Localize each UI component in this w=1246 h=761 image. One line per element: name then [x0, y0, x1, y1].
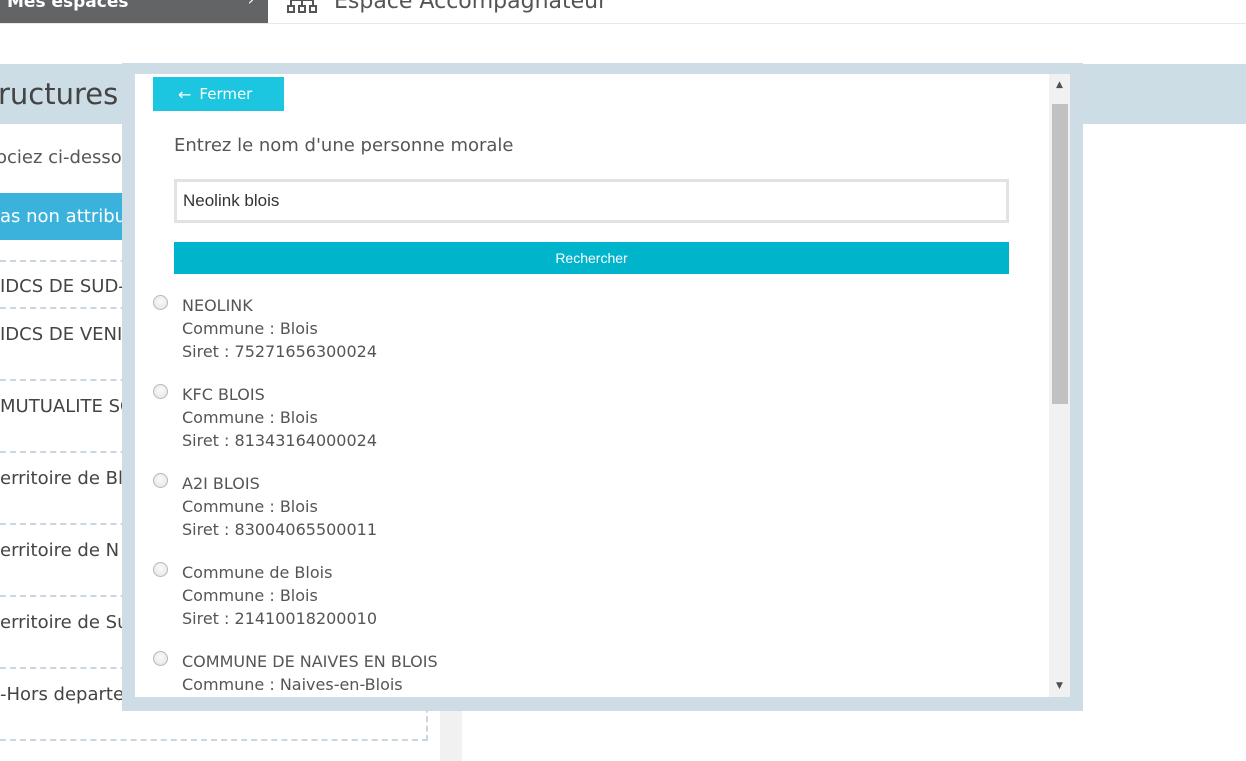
- result-item[interactable]: Commune de Blois Commune : Blois Siret :…: [135, 561, 1035, 650]
- modal-scrollbar[interactable]: ▲ ▼: [1049, 74, 1070, 697]
- close-button[interactable]: ← Fermer: [153, 77, 284, 111]
- result-item[interactable]: NEOLINK Commune : Blois Siret : 75271656…: [135, 294, 1035, 383]
- result-name: KFC BLOIS: [182, 385, 265, 404]
- result-siret: Siret : 21410018200010: [182, 609, 378, 628]
- results-list: NEOLINK Commune : Blois Siret : 75271656…: [135, 294, 1035, 697]
- result-item[interactable]: COMMUNE DE NAIVES EN BLOIS Commune : Nai…: [135, 650, 1035, 697]
- radio-button[interactable]: [153, 651, 168, 666]
- result-commune: Commune : Naives-en-Blois: [182, 675, 403, 694]
- scroll-up-icon[interactable]: ▲: [1049, 74, 1070, 96]
- chevron-right-icon: ›: [248, 0, 254, 9]
- radio-button[interactable]: [153, 562, 168, 577]
- search-modal: ← Fermer Entrez le nom d'une personne mo…: [135, 74, 1070, 697]
- mes-espaces-menu[interactable]: Mes espaces ›: [0, 0, 268, 23]
- result-name: COMMUNE DE NAIVES EN BLOIS: [182, 652, 438, 671]
- result-name: NEOLINK: [182, 296, 253, 315]
- result-commune: Commune : Blois: [182, 319, 318, 338]
- search-input[interactable]: [174, 179, 1009, 223]
- search-button[interactable]: Rechercher: [174, 242, 1009, 274]
- search-prompt: Entrez le nom d'une personne morale: [174, 135, 514, 156]
- close-button-label: Fermer: [199, 85, 253, 103]
- espace-title: Espace Accompagnateur: [286, 0, 607, 16]
- result-commune: Commune : Blois: [182, 408, 318, 427]
- radio-button[interactable]: [153, 384, 168, 399]
- result-name: Commune de Blois: [182, 563, 333, 582]
- scroll-thumb[interactable]: [1052, 104, 1068, 404]
- scroll-down-icon[interactable]: ▼: [1049, 675, 1070, 697]
- espace-title-text: Espace Accompagnateur: [334, 0, 608, 14]
- arrow-left-icon: ←: [178, 84, 192, 104]
- result-siret: Siret : 81343164000024: [182, 431, 378, 450]
- instructions-text: ociez ci-desso: [0, 147, 122, 168]
- result-commune: Commune : Blois: [182, 586, 318, 605]
- result-item[interactable]: KFC BLOIS Commune : Blois Siret : 813431…: [135, 383, 1035, 472]
- mes-espaces-label: Mes espaces: [7, 0, 129, 12]
- result-commune: Commune : Blois: [182, 497, 318, 516]
- org-chart-icon: [286, 0, 318, 16]
- radio-button[interactable]: [153, 473, 168, 488]
- result-name: A2I BLOIS: [182, 474, 260, 493]
- page-title: ructures: [0, 77, 119, 111]
- result-siret: Siret : 75271656300024: [182, 342, 378, 361]
- result-item[interactable]: A2I BLOIS Commune : Blois Siret : 830040…: [135, 472, 1035, 561]
- radio-button[interactable]: [153, 295, 168, 310]
- result-siret: Siret : 83004065500011: [182, 520, 378, 539]
- top-bar: Mes espaces › Espace Accompagnateur: [0, 0, 1246, 24]
